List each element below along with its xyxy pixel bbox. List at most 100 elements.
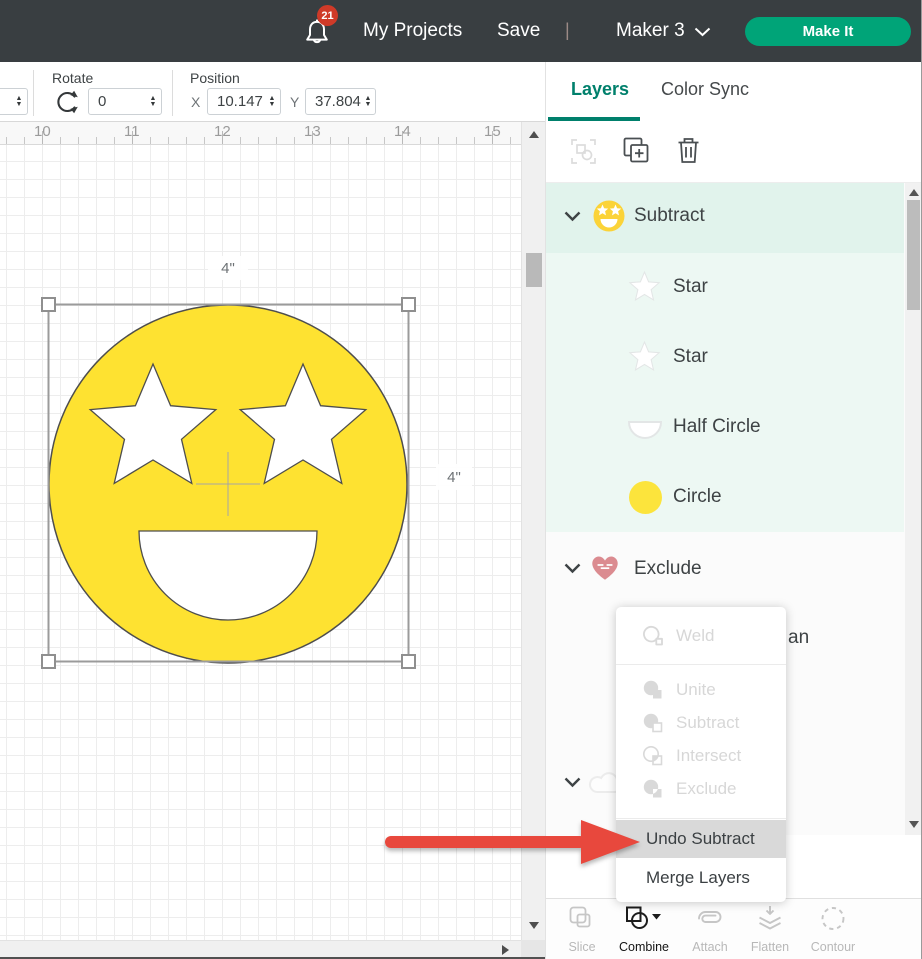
menu-item-label: Weld xyxy=(676,626,714,646)
y-label: Y xyxy=(290,94,299,110)
red-annotation-arrow xyxy=(378,816,644,868)
layer-group-name: Exclude xyxy=(634,558,702,580)
layer-group-subtract[interactable]: Subtract xyxy=(546,183,904,253)
machine-selector[interactable]: Maker 3 xyxy=(616,0,685,62)
y-stepper-arrows[interactable]: ▲▼ xyxy=(361,96,375,108)
slice-button[interactable]: Slice xyxy=(552,905,612,954)
star-shape-icon xyxy=(626,270,663,306)
combine-icon xyxy=(624,905,664,932)
intersect-icon xyxy=(642,745,664,767)
cricut-design-space-window: 21 My Projects Save | Maker 3 Make It ▲▼… xyxy=(0,0,922,959)
flatten-button[interactable]: Flatten xyxy=(740,905,800,954)
layer-name: Star xyxy=(673,276,708,298)
flatten-icon xyxy=(756,905,784,932)
layer-name: Circle xyxy=(673,486,722,508)
notifications-button[interactable]: 21 xyxy=(303,17,335,51)
height-dimension-label: 4" xyxy=(436,464,472,490)
chevron-down-icon[interactable] xyxy=(564,777,581,788)
edit-toolbar: ▲▼ Rotate 0 ▲▼ Position X 10.147 ▲▼ Y 37… xyxy=(0,62,545,122)
position-x-input[interactable]: 10.147 ▲▼ xyxy=(207,88,281,115)
selection-handle-bottom-right[interactable] xyxy=(402,655,415,668)
layer-item-circle[interactable]: Circle xyxy=(546,463,904,533)
x-label: X xyxy=(191,94,200,110)
yellow-circle-shape-icon xyxy=(629,481,662,514)
selection-handle-bottom-left[interactable] xyxy=(42,655,55,668)
subtract-icon xyxy=(642,712,664,734)
stepper-arrows[interactable]: ▲▼ xyxy=(11,96,27,108)
width-dimension-label: 4" xyxy=(208,256,248,280)
scroll-up-icon[interactable] xyxy=(909,189,919,196)
contour-button[interactable]: Contour xyxy=(803,905,863,954)
chevron-down-icon[interactable] xyxy=(694,27,711,37)
scrollbar-corner xyxy=(521,940,545,958)
menu-item-intersect[interactable]: Intersect xyxy=(616,739,786,772)
menu-item-weld[interactable]: Weld xyxy=(616,614,786,658)
rotate-icon[interactable] xyxy=(53,89,80,115)
panel-scroll-thumb[interactable] xyxy=(907,200,920,310)
canvas-horizontal-scrollbar[interactable] xyxy=(0,940,521,958)
x-stepper-arrows[interactable]: ▲▼ xyxy=(264,96,280,108)
scroll-up-icon[interactable] xyxy=(529,131,539,138)
menu-item-exclude[interactable]: Exclude xyxy=(616,772,786,805)
layer-group-exclude[interactable]: Exclude xyxy=(546,532,904,604)
slice-icon xyxy=(568,905,596,932)
trash-icon[interactable] xyxy=(676,136,701,165)
scroll-right-icon[interactable] xyxy=(502,945,509,955)
position-y-input[interactable]: 37.804 ▲▼ xyxy=(305,88,376,115)
layer-name: Half Circle xyxy=(673,416,761,438)
group-icon[interactable] xyxy=(570,138,597,165)
tab-layers[interactable]: Layers xyxy=(571,79,629,100)
subtract-children: Star Star Half Circle Circle xyxy=(546,253,904,532)
layer-item-star-1[interactable]: Star xyxy=(546,253,904,323)
make-it-button[interactable]: Make It xyxy=(745,17,911,46)
layer-actions-row xyxy=(546,122,922,183)
layer-name: Star xyxy=(673,346,708,368)
menu-item-label: Exclude xyxy=(676,779,736,799)
rotate-label: Rotate xyxy=(52,70,93,86)
menu-item-label: Subtract xyxy=(676,713,739,733)
attach-button[interactable]: Attach xyxy=(680,905,740,954)
weld-icon xyxy=(642,625,664,647)
vertical-scroll-thumb[interactable] xyxy=(526,253,542,287)
duplicate-icon[interactable] xyxy=(622,136,650,165)
header-divider: | xyxy=(565,0,570,60)
active-tab-underline xyxy=(548,117,640,121)
attach-icon xyxy=(695,905,725,932)
size-input-partial[interactable]: ▲▼ xyxy=(0,88,28,115)
menu-divider xyxy=(616,664,786,665)
menu-item-label: Merge Layers xyxy=(646,868,750,888)
scroll-down-icon[interactable] xyxy=(909,821,919,828)
layer-name-partial: an xyxy=(788,627,809,649)
header: 21 My Projects Save | Maker 3 Make It xyxy=(0,0,922,62)
caret-down-icon xyxy=(652,914,661,920)
scroll-down-icon[interactable] xyxy=(529,922,539,929)
unite-icon xyxy=(642,679,664,701)
save-button[interactable]: Save xyxy=(497,0,540,62)
toolbar-divider xyxy=(172,70,173,116)
rotate-input[interactable]: 0 ▲▼ xyxy=(88,88,162,115)
heart-shape-icon xyxy=(588,551,622,583)
contour-icon xyxy=(819,905,847,932)
notification-badge: 21 xyxy=(317,5,338,26)
position-label: Position xyxy=(190,70,240,86)
bottom-toolbar: Slice Combine Attach xyxy=(546,898,922,959)
menu-item-label: Unite xyxy=(676,680,716,700)
tab-color-sync[interactable]: Color Sync xyxy=(661,79,749,100)
selection-handle-top-left[interactable] xyxy=(42,298,55,311)
rotate-stepper-arrows[interactable]: ▲▼ xyxy=(145,96,161,108)
my-projects-link[interactable]: My Projects xyxy=(363,0,462,62)
menu-item-label: Undo Subtract xyxy=(646,829,755,849)
toolbar-divider xyxy=(33,70,34,116)
layer-item-half-circle[interactable]: Half Circle xyxy=(546,393,904,463)
star-struck-emoji-icon xyxy=(592,199,626,233)
exclude-icon xyxy=(642,778,664,800)
menu-item-unite[interactable]: Unite xyxy=(616,673,786,706)
selection-handle-top-right[interactable] xyxy=(402,298,415,311)
menu-item-subtract[interactable]: Subtract xyxy=(616,706,786,739)
menu-item-label: Intersect xyxy=(676,746,741,766)
layer-item-star-2[interactable]: Star xyxy=(546,323,904,393)
panel-scrollbar[interactable] xyxy=(905,183,922,835)
chevron-down-icon[interactable] xyxy=(564,563,581,574)
chevron-down-icon[interactable] xyxy=(564,211,581,222)
combine-button[interactable]: Combine xyxy=(614,905,674,954)
